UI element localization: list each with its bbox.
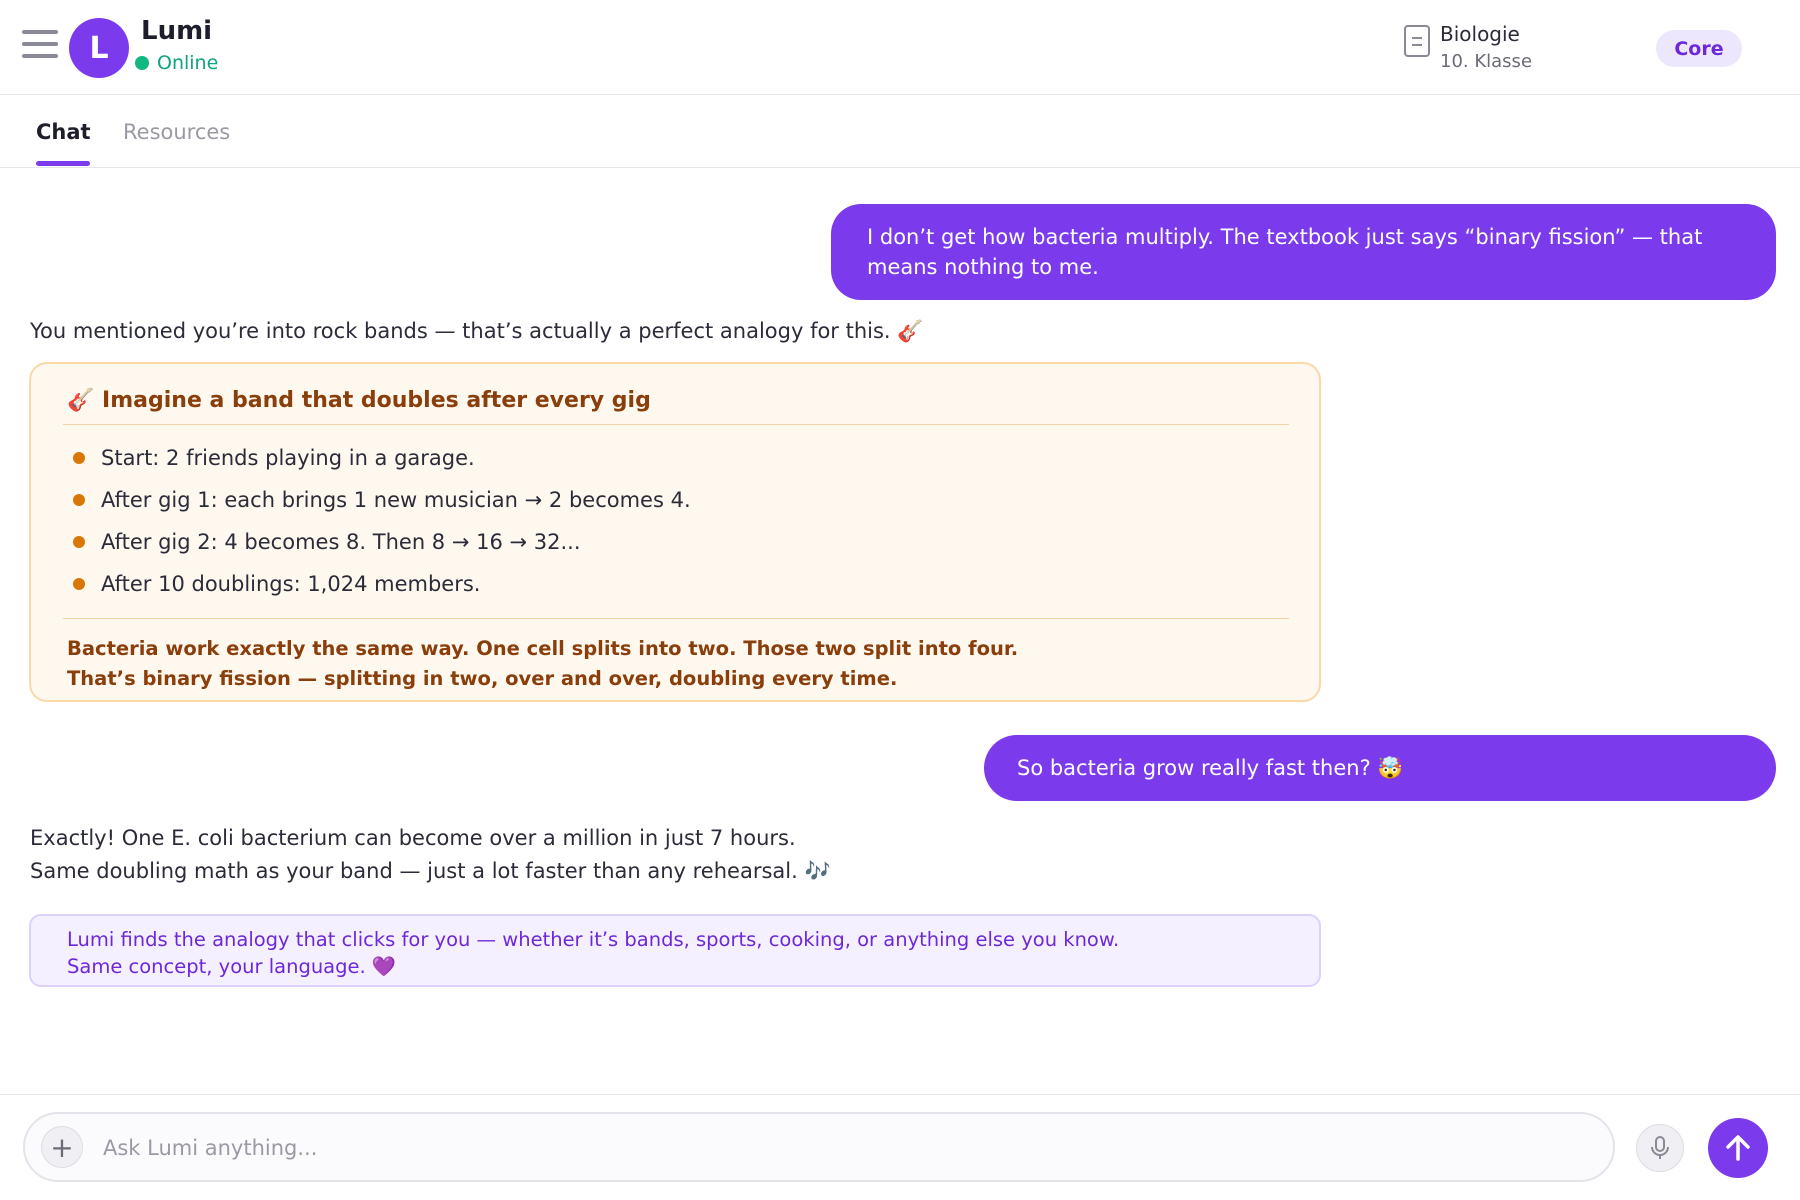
bullet-dot-icon bbox=[73, 536, 85, 548]
arrow-up-icon bbox=[1726, 1135, 1750, 1161]
message-composer: + bbox=[23, 1112, 1615, 1182]
hamburger-menu-icon[interactable] bbox=[22, 30, 58, 60]
bot-message: You mentioned you’re into rock bands — t… bbox=[30, 319, 924, 343]
tab-bar: Chat Resources bbox=[0, 96, 1800, 168]
chat-header: L Lumi Online Biologie 10. Klasse Core bbox=[0, 0, 1800, 95]
list-item: After gig 1: each brings 1 new musician … bbox=[73, 488, 691, 512]
document-icon bbox=[1404, 25, 1430, 57]
user-message: I don’t get how bacteria multiply. The t… bbox=[831, 204, 1776, 300]
bot-message: Same doubling math as your band — just a… bbox=[30, 859, 831, 883]
analogy-summary-line: Bacteria work exactly the same way. One … bbox=[67, 637, 1019, 660]
plan-badge[interactable]: Core bbox=[1656, 30, 1742, 67]
info-line: Lumi finds the analogy that clicks for y… bbox=[67, 928, 1120, 951]
bot-name: Lumi bbox=[141, 16, 213, 46]
analogy-title: 🎸 Imagine a band that doubles after ever… bbox=[67, 388, 651, 413]
bullet-dot-icon bbox=[73, 452, 85, 464]
avatar: L bbox=[69, 18, 129, 78]
divider bbox=[63, 424, 1289, 425]
list-item: Start: 2 friends playing in a garage. bbox=[73, 446, 475, 470]
user-message: So bacteria grow really fast then? 🤯 bbox=[984, 735, 1776, 801]
analogy-summary: Bacteria work exactly the same way. One … bbox=[67, 634, 1018, 694]
status-dot-icon bbox=[135, 56, 149, 70]
microphone-icon[interactable] bbox=[1636, 1124, 1684, 1172]
list-item-text: After gig 1: each brings 1 new musician … bbox=[101, 488, 691, 512]
list-item-text: After 10 doublings: 1,024 members. bbox=[101, 572, 481, 596]
list-item-text: Start: 2 friends playing in a garage. bbox=[101, 446, 475, 470]
list-item: After gig 2: 4 becomes 8. Then 8 → 16 → … bbox=[73, 530, 581, 554]
tab-resources[interactable]: Resources bbox=[123, 120, 230, 144]
subject-label[interactable]: Biologie bbox=[1440, 22, 1520, 46]
tab-chat[interactable]: Chat bbox=[36, 120, 91, 144]
divider bbox=[0, 1094, 1800, 1095]
analogy-card: 🎸 Imagine a band that doubles after ever… bbox=[29, 362, 1321, 702]
add-attachment-button[interactable]: + bbox=[41, 1126, 83, 1168]
info-line: Same concept, your language. 💜 bbox=[67, 955, 397, 978]
list-item: After 10 doublings: 1,024 members. bbox=[73, 572, 480, 596]
active-tab-indicator bbox=[36, 161, 90, 166]
bullet-dot-icon bbox=[73, 578, 85, 590]
online-status: Online bbox=[135, 52, 218, 74]
list-item-text: After gig 2: 4 becomes 8. Then 8 → 16 → … bbox=[101, 530, 581, 554]
grade-label: 10. Klasse bbox=[1440, 51, 1533, 72]
bot-message: Exactly! One E. coli bacterium can becom… bbox=[30, 826, 796, 850]
info-card: Lumi finds the analogy that clicks for y… bbox=[29, 914, 1321, 987]
analogy-summary-line: That’s binary fission — splitting in two… bbox=[67, 667, 898, 690]
send-button[interactable] bbox=[1708, 1118, 1768, 1178]
chat-input[interactable] bbox=[103, 1128, 1593, 1168]
status-label: Online bbox=[157, 52, 219, 74]
divider bbox=[63, 618, 1289, 619]
bullet-dot-icon bbox=[73, 494, 85, 506]
